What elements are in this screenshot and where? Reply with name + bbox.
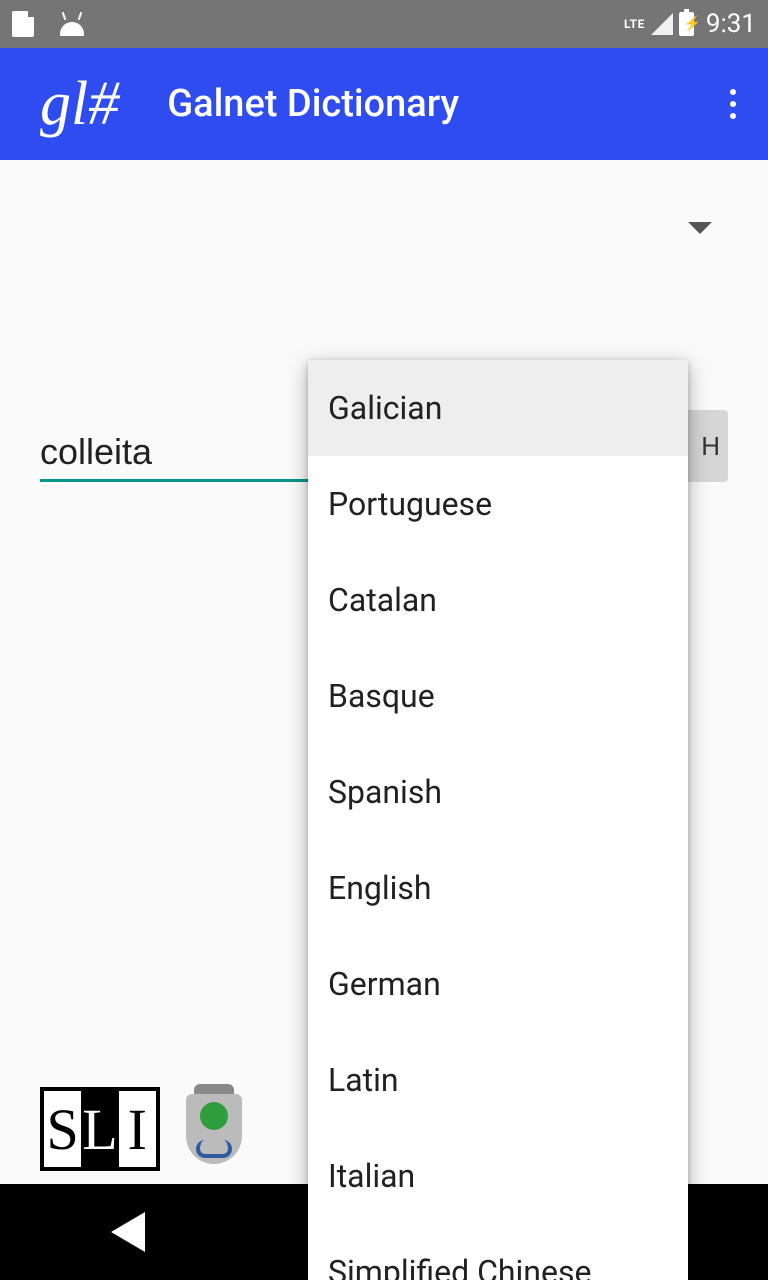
- sli-logo-icon: S L I: [40, 1087, 160, 1171]
- footer-logos: S L I: [40, 1084, 242, 1174]
- overflow-menu-icon[interactable]: [714, 73, 752, 135]
- language-option[interactable]: German: [308, 936, 688, 1032]
- lte-icon: LTE: [624, 17, 645, 31]
- language-option[interactable]: Catalan: [308, 552, 688, 648]
- language-dropdown[interactable]: GalicianPortugueseCatalanBasqueSpanishEn…: [308, 360, 688, 1280]
- cell-signal-icon: [651, 13, 673, 35]
- status-right-icons: LTE ⚡ 9:31: [624, 9, 756, 39]
- language-option[interactable]: Simplified Chinese: [308, 1224, 688, 1280]
- crest-logo-icon: [186, 1084, 242, 1174]
- app-logo: gl#: [16, 73, 127, 135]
- status-left-icons: [12, 11, 86, 37]
- spinner-caret-icon[interactable]: [688, 222, 712, 234]
- language-option[interactable]: Basque: [308, 648, 688, 744]
- language-option[interactable]: Spanish: [308, 744, 688, 840]
- language-option[interactable]: Portuguese: [308, 456, 688, 552]
- language-option[interactable]: Galician: [308, 360, 688, 456]
- sd-card-icon: [12, 11, 34, 37]
- content-area: H S L I GalicianPortugueseCatalanBasqueS…: [0, 160, 768, 1184]
- app-title: Galnet Dictionary: [167, 82, 459, 126]
- status-bar: LTE ⚡ 9:31: [0, 0, 768, 48]
- nav-back-icon[interactable]: [111, 1212, 145, 1252]
- language-option[interactable]: English: [308, 840, 688, 936]
- android-debug-icon: [58, 12, 86, 36]
- language-option[interactable]: Latin: [308, 1032, 688, 1128]
- app-bar: gl# Galnet Dictionary: [0, 48, 768, 160]
- status-clock: 9:31: [706, 9, 756, 39]
- language-option[interactable]: Italian: [308, 1128, 688, 1224]
- battery-charging-icon: ⚡: [679, 12, 694, 36]
